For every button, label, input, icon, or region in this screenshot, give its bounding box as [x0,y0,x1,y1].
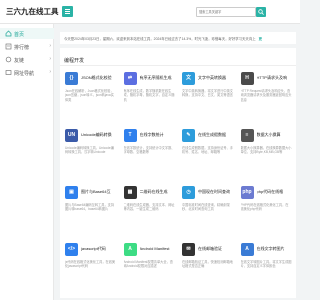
tool-card-description: 在线文字转图片工具，将文字生成图片，支持自定义字体颜色 [240,260,292,269]
tool-card-title[interactable]: 在线文字转图片 [257,246,293,252]
tool-card[interactable]: ◷ 中国现在时间查询中国标准时间在线查询，精确到毫秒，北京时间查询工具 [179,182,235,225]
tool-card[interactable]: 文文字中英转换器文字中英转换器，将文字进行中英文转换，支持中文、日文、英文等语言 [179,68,235,111]
chevron-right-icon: › [49,69,51,75]
tool-card[interactable]: ▦ 二维码在线生成二维码在线生成器，支持文本、网址等内容，一键生成二维码 [121,182,177,225]
notice-tag[interactable]: 更 [259,36,262,41]
section-title: 编程开发 [64,58,85,64]
database-icon: ≡ [240,129,254,142]
clock-icon: ◷ [182,186,195,199]
tool-card[interactable]: H HTTP请求头及响 HTTP Request请求头及响应头，查询浏览器请求头及服… [238,68,294,111]
tool-card[interactable]: A Android Manifest Android Manifest权限清单大全，… [121,239,177,282]
tool-card-description: 中国标准时间在线查询，精确到毫秒，北京时间查询工具 [182,203,230,212]
sidebar-item-ranking[interactable]: 排行榜 › [0,41,54,52]
text-image-icon: A [240,243,254,256]
translate-icon: 文 [182,72,195,85]
tool-card-title[interactable]: 中国现在时间查询 [198,189,234,195]
tool-card[interactable]: php php代码在线格 PHP代码在线格式化美化工具，在线美化php代码 [238,182,294,225]
sidebar-item-label: 网址导航 [14,71,35,77]
tool-card-description: Json在线解析，Json格式化校验，json压缩，json转义，json转ja… [65,89,114,102]
sidebar-item-label: 首页 [14,32,25,38]
tool-card[interactable]: A 在线文字转图片在线文字转图片工具，将文字生成图片，支持自定义字体颜色 [238,239,294,282]
json-icon: {} [65,72,78,85]
sidebar: 首页 排行榜 › 友链 › 网址导航 › [0,24,54,300]
tool-card[interactable]: ✉ 在线邮箱验证在线邮箱验证工具，快速检测邮箱地址格式是否正确 [179,239,235,282]
notice-bar: 今天是2024年03月23日，星期六，欢迎来到本站在线工具，2024年已经过去了… [60,32,296,44]
home-icon [5,30,12,37]
tool-card[interactable]: {} JSON格式化校验 Json在线解析，Json格式化校验，json压缩，jso… [62,68,118,111]
tool-card[interactable]: UN Unicode编码转换 Unicode编码转换工具，Unicode编码转换工具… [62,125,118,168]
tool-card-title[interactable]: 图片与Base64互 [81,189,117,195]
sidebar-item-nav[interactable]: 网址导航 › [0,67,54,78]
menu-toggle-button[interactable] [62,6,73,17]
sidebar-item-label: 友链 [14,58,25,64]
tool-card[interactable]: T 在线字数统计在线字数统计，支持统计中文字数、字母数、空格数等 [121,125,177,168]
tool-card-description: 二维码在线生成器，支持文本、网址等内容，一键生成二维码 [123,203,175,212]
tool-card-description: Unicode编码转换工具，Unicode编码转换工具，汉字转Unicode [65,146,114,155]
site-brand[interactable]: 三六九在线工具 [6,6,59,17]
text-count-icon: T [123,129,137,142]
tool-card-title[interactable]: Unicode编码转换 [81,132,117,138]
search-input[interactable] [196,7,256,17]
ranking-icon [5,43,12,50]
image-icon: ▣ [65,186,78,199]
link-icon [5,56,12,63]
qrcode-icon: ▦ [123,186,137,199]
chevron-right-icon: › [49,56,51,62]
tool-card-title[interactable]: HTTP请求头及响 [257,75,293,81]
android-icon: A [123,243,137,256]
tool-card-title[interactable]: 文字中英转换器 [198,75,234,81]
tool-card-title[interactable]: JSON格式化校验 [81,75,117,81]
nav-icon [5,70,12,75]
php-icon: php [240,186,254,199]
notice-text: 今天是2024年03月23日，星期六，欢迎来到本站在线工具，2024年已经过去了… [64,37,256,41]
divider [60,65,296,66]
tool-card-description: PHP代码在线格式化美化工具，在线美化php代码 [240,203,289,212]
tool-card-description: HTTP Request请求头及响应头，查询浏览器请求头及服务器返回响应头信息 [240,89,292,102]
tool-card[interactable]: ⇄ 有序无序随机生成有序在线生成，数字随机数在线生成，随机字母，随机文字，自定义随… [121,68,177,111]
tool-card-description: 文字中英转换器，将文字进行中英文转换，支持中文、日文、英文等语言 [182,89,233,98]
tool-card-title[interactable]: 在线字数统计 [140,132,176,138]
tool-card-description: 在线生成假数据，支持身份证号、手机号、姓名、地址、邮箱等 [182,146,233,155]
tool-card-title[interactable]: 在线邮箱验证 [198,246,234,252]
unicode-icon: UN [65,129,78,142]
sidebar-item-label: 排行榜 [14,45,30,51]
tool-card-title[interactable]: 二维码在线生成 [140,189,176,195]
tool-card-description: 在线字数统计，支持统计中文字数、字母数、空格数等 [123,146,175,155]
tool-card-description: 有序在线生成，数字随机数在线生成，随机字母，随机文字，自定义随机 [123,89,175,102]
tools-section: 编程开发 {} JSON格式化校验 Json在线解析，Json格式化校验，json压… [60,48,296,298]
tool-card-description: Android Manifest权限清单大全，查询Android权限对应描述 [123,260,173,269]
search-button[interactable] [256,7,266,17]
tool-card[interactable]: ≡ 数据大小换算数据大小换算器，在线换算数据大小单位，支持Byte,KB,MB,G… [238,125,294,168]
fake-data-icon: ✎ [182,129,195,142]
tool-card-title[interactable]: php代码在线格 [257,189,293,195]
javascript-icon: </> [65,243,78,256]
tool-card[interactable]: </> javascript代码 js代码在线格式化美化工具，在线美化javascr… [62,239,118,282]
email-icon: ✉ [182,243,195,256]
sidebar-item-home[interactable]: 首页 [0,28,54,39]
sidebar-item-links[interactable]: 友链 › [0,54,54,65]
tool-card-title[interactable]: 数据大小换算 [257,132,293,138]
tool-card-description: 图片与Base64编码互转工具，支持图片转base64，base64转图片 [65,203,115,212]
chevron-right-icon: › [49,43,51,49]
tool-card-description: js代码在线格式化美化工具，在线美化javascript代码 [65,260,116,269]
tool-card-title[interactable]: 在线生成假数据 [198,132,234,138]
tool-card-description: 在线邮箱验证工具，快速检测邮箱地址格式是否正确 [182,260,233,269]
random-icon: ⇄ [123,72,137,85]
http-icon: H [240,72,254,85]
search-icon [258,9,264,15]
tool-card-title[interactable]: javascript代码 [81,246,117,252]
tool-card-title[interactable]: Android Manifest [140,246,176,251]
tool-card-title[interactable]: 有序无序随机生成 [140,75,176,81]
tool-card[interactable]: ▣ 图片与Base64互图片与Base64编码互转工具，支持图片转base64，b… [62,182,118,225]
top-bar: 三六九在线工具 [0,0,300,24]
tool-card[interactable]: ✎ 在线生成假数据在线生成假数据，支持身份证号、手机号、姓名、地址、邮箱等 [179,125,235,168]
tool-card-description: 数据大小换算器，在线换算数据大小单位，支持Byte,KB,MB,GB等 [240,146,292,155]
